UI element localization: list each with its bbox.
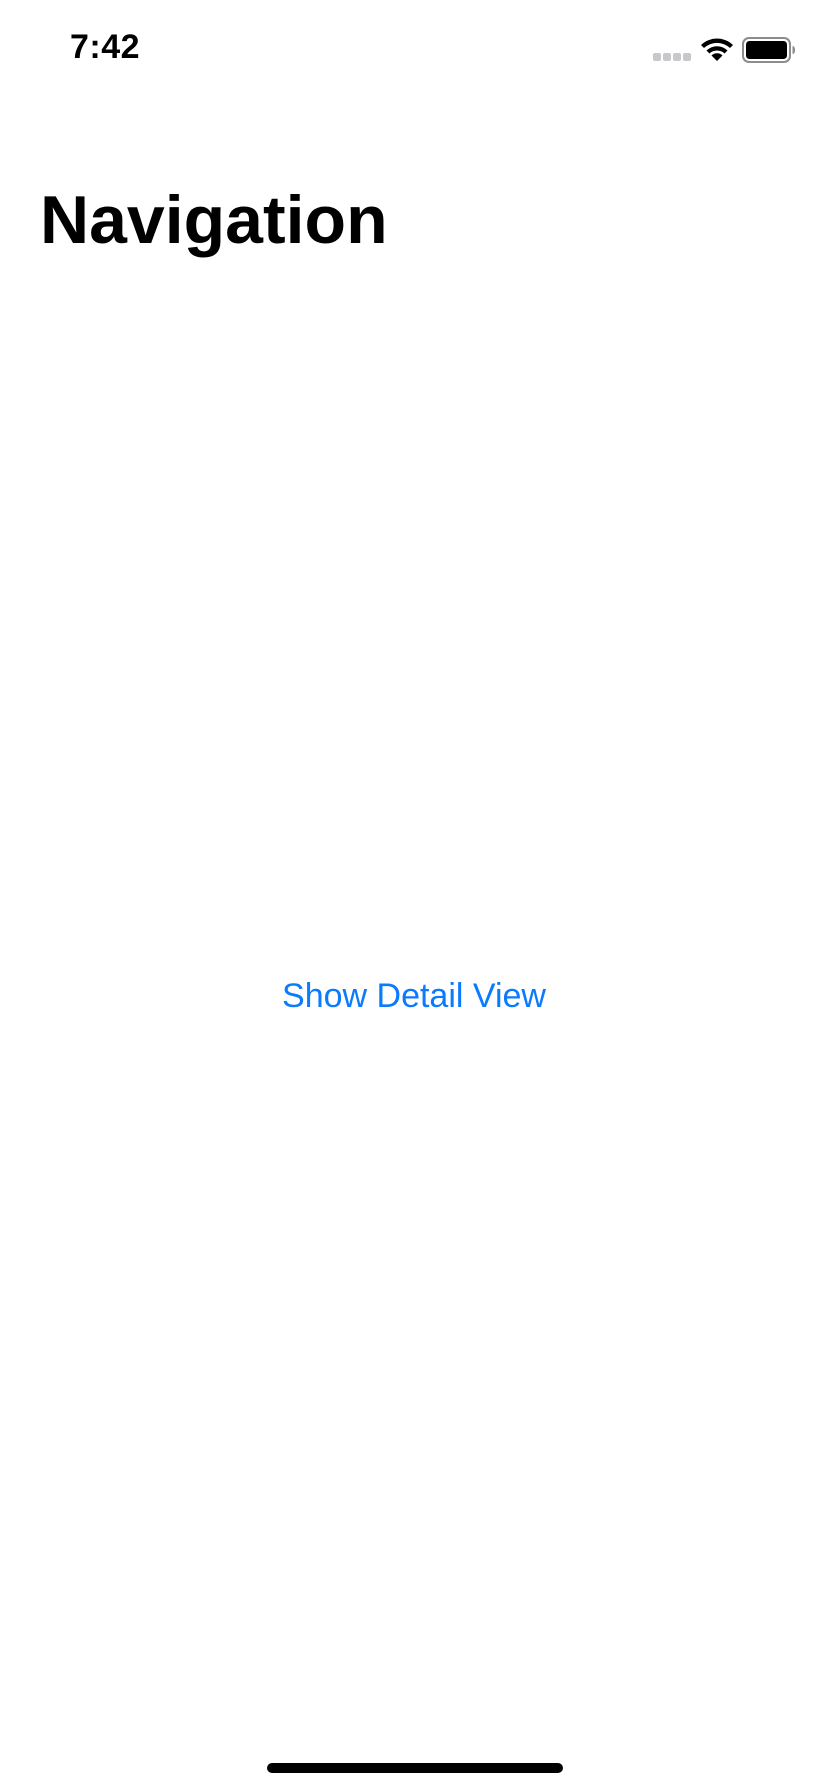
battery-icon bbox=[742, 37, 795, 63]
show-detail-view-button[interactable]: Show Detail View bbox=[0, 979, 828, 1013]
signal-icon bbox=[653, 53, 691, 61]
status-bar: 7:42 bbox=[0, 0, 828, 100]
wifi-icon bbox=[701, 38, 733, 61]
home-indicator[interactable] bbox=[267, 1763, 563, 1773]
page-title: Navigation bbox=[40, 182, 388, 258]
status-time: 7:42 bbox=[70, 28, 141, 66]
